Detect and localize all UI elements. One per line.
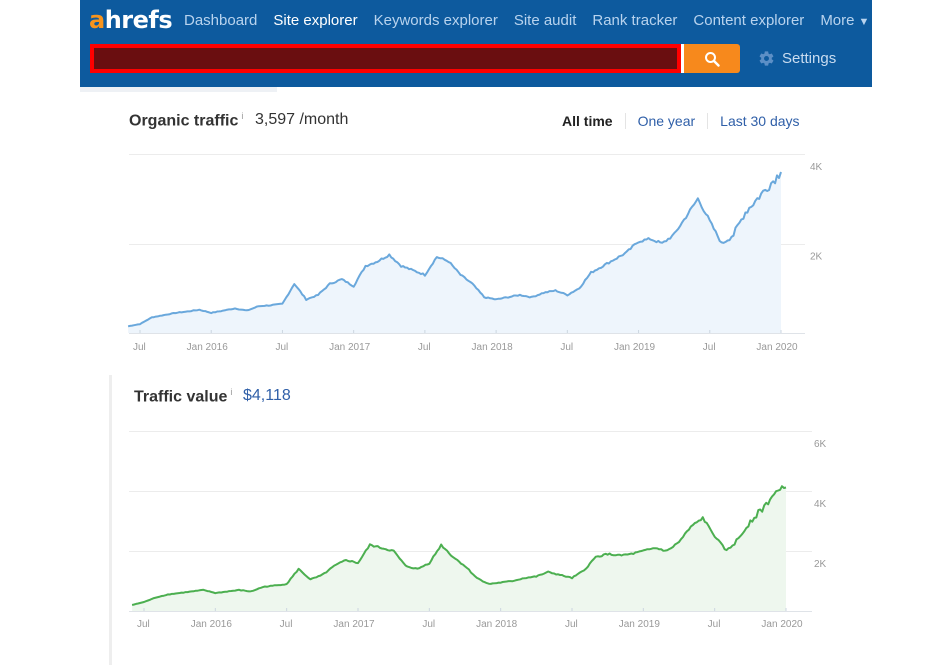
x-tick-label: Jul [703, 342, 716, 353]
left-divider [109, 375, 112, 665]
x-tick-label: Jan 2018 [476, 619, 518, 630]
settings-button[interactable]: Settings [758, 50, 836, 67]
nav-site-audit[interactable]: Site audit [514, 12, 577, 29]
x-tick-label: Jan 2016 [187, 342, 229, 353]
gear-icon [759, 51, 774, 66]
x-tick-label: Jan 2020 [756, 342, 798, 353]
sub-bar [80, 87, 277, 92]
x-tick-label: Jul [133, 342, 146, 353]
caret-down-icon: ▼ [858, 16, 870, 28]
x-tick-label: Jul [565, 619, 578, 630]
search-icon [705, 51, 720, 67]
series-line [131, 485, 787, 606]
traffic-value-chart: 2K 4K 6K Jul Jan 2016 Jul Jan 2017 Jul Jan 2018 J… [129, 431, 827, 630]
search-input-redacted[interactable] [90, 44, 681, 73]
top-navigation-bar: ahrefs Dashboard Site explorer Keywords … [80, 0, 872, 87]
x-tick-label: Jan 2020 [761, 619, 803, 630]
search-button[interactable] [684, 44, 740, 73]
y-tick-label: 4K [814, 499, 827, 510]
organic-traffic-chart: 2K 4K Jul Jan 2016 Jul Jan 2017 Jul Jan 2018 Jul… [127, 154, 823, 353]
x-tick-label: Jan 2017 [333, 619, 375, 630]
x-tick-label: Jul [137, 619, 150, 630]
tab-one-year[interactable]: One year [624, 113, 708, 129]
main-nav: Dashboard Site explorer Keywords explore… [184, 12, 885, 29]
traffic-value-amount: $4,118 [243, 387, 291, 404]
info-icon[interactable]: i [230, 387, 232, 397]
y-tick-label: 6K [814, 439, 827, 450]
settings-label: Settings [782, 50, 837, 67]
nav-dashboard[interactable]: Dashboard [184, 12, 257, 29]
x-tick-label: Jan 2019 [614, 342, 656, 353]
nav-rank-tracker[interactable]: Rank tracker [592, 12, 677, 29]
nav-keywords-explorer[interactable]: Keywords explorer [374, 12, 498, 29]
series-area [132, 486, 787, 611]
x-tick-label: Jan 2016 [191, 619, 233, 630]
x-tick-label: Jan 2017 [329, 342, 371, 353]
x-tick-label: Jan 2018 [472, 342, 514, 353]
range-tabs: All time One year Last 30 days [562, 113, 812, 129]
info-icon[interactable]: i [241, 111, 243, 121]
x-tick-label: Jul [708, 619, 721, 630]
x-tick-label: Jul [422, 619, 435, 630]
series-area [128, 172, 782, 333]
tab-last-30-days[interactable]: Last 30 days [707, 113, 811, 129]
tab-all-time[interactable]: All time [562, 113, 625, 129]
traffic-value-title: Traffic value i [134, 387, 233, 406]
series-line [127, 171, 782, 328]
x-tick-label: Jul [560, 342, 573, 353]
y-tick-label: 2K [814, 559, 827, 570]
x-tick-label: Jul [275, 342, 288, 353]
nav-more[interactable]: More ▼ [820, 12, 869, 29]
nav-site-explorer[interactable]: Site explorer [273, 12, 357, 29]
nav-content-explorer[interactable]: Content explorer [693, 12, 804, 29]
x-tick-label: Jan 2019 [619, 619, 661, 630]
organic-traffic-value: 3,597 /month [255, 111, 349, 128]
ahrefs-logo[interactable]: ahrefs [89, 6, 173, 34]
y-tick-label: 2K [810, 252, 823, 263]
organic-traffic-title: Organic traffic i [129, 111, 244, 130]
y-tick-label: 4K [810, 162, 823, 173]
x-tick-label: Jul [418, 342, 431, 353]
x-tick-label: Jul [280, 619, 293, 630]
